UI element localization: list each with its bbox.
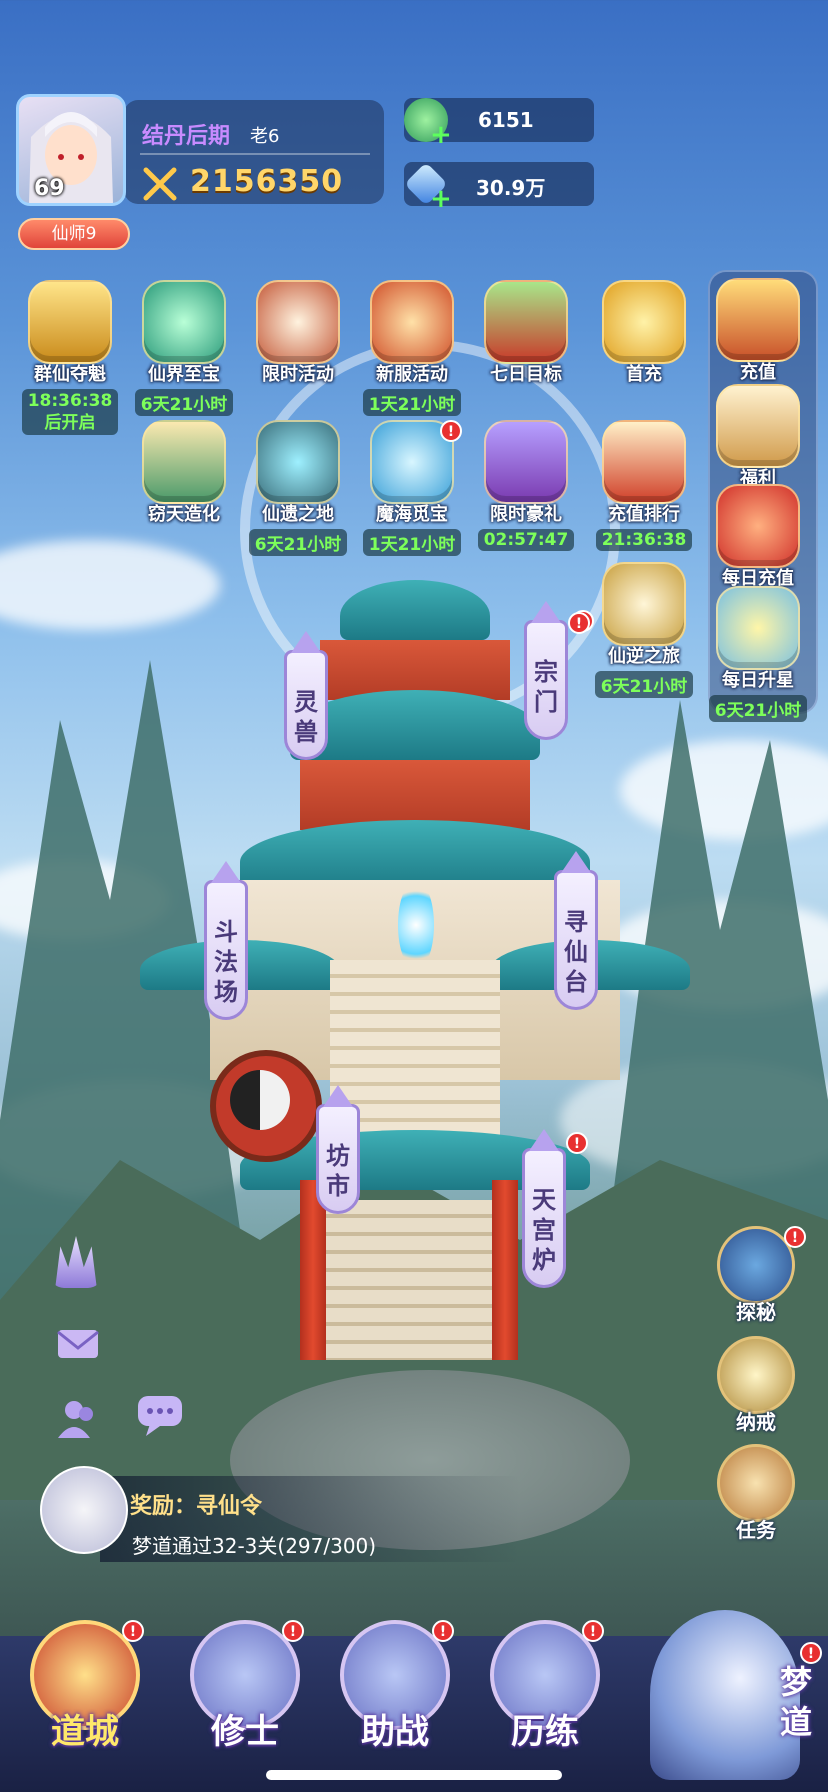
activity-qunxian[interactable]: 群仙夺魁 18:36:38 后开启 xyxy=(18,280,122,435)
activity-xianjie[interactable]: 仙界至宝 6天21小时 xyxy=(132,280,236,416)
activity-paihang[interactable]: 充值排行 21:36:38 xyxy=(592,420,696,551)
mountain-icon xyxy=(142,420,226,504)
server-name: 老6 xyxy=(250,126,280,147)
player-level: 69 xyxy=(34,176,65,201)
crystal-value: 30.9万 xyxy=(476,176,546,200)
right-meiri-chongzhi[interactable]: 每日充值 xyxy=(706,484,810,590)
quest-npc-avatar xyxy=(40,1466,128,1554)
jade-orb-icon xyxy=(142,280,226,364)
activity-timer: 1天21小时 xyxy=(362,389,462,416)
notification-badge: ! xyxy=(784,1226,806,1248)
mail-icon[interactable] xyxy=(52,1318,104,1370)
cultivation-realm: 结丹后期 xyxy=(142,124,231,149)
notification-badge: ! xyxy=(800,1642,822,1664)
notification-badge: ! xyxy=(432,1620,454,1642)
activity-timer: 6天21小时 xyxy=(248,529,348,556)
notification-badge: ! xyxy=(566,1132,588,1154)
friends-icon[interactable] xyxy=(52,1392,104,1444)
activity-shouchong[interactable]: 首充 xyxy=(592,280,696,386)
divider xyxy=(140,153,370,155)
button-renwu[interactable]: 任务 xyxy=(708,1444,804,1543)
crossed-swords-icon xyxy=(602,562,686,646)
notification-badge: ! xyxy=(282,1620,304,1642)
activity-mohai[interactable]: ! 魔海觅宝 1天21小时 xyxy=(360,420,464,556)
crossed-swords-icon xyxy=(142,166,178,202)
building-xunxiantai[interactable]: 寻仙台 xyxy=(554,851,598,1010)
notification-badge: ! xyxy=(582,1620,604,1642)
player-avatar[interactable] xyxy=(16,94,126,206)
activity-qiri[interactable]: 七日目标 xyxy=(474,280,578,386)
building-doufachang[interactable]: 斗法场 xyxy=(204,861,248,1020)
welfare-box-icon xyxy=(716,384,800,468)
home-indicator xyxy=(266,1770,562,1780)
storage-ring-icon xyxy=(717,1336,795,1414)
title-badge[interactable]: 仙师9 xyxy=(18,218,130,250)
chat-icon[interactable] xyxy=(134,1388,186,1440)
quest-description: 梦道通过32-3关(297/300) xyxy=(132,1534,377,1558)
nav-zhuzhan[interactable]: ! 助战 xyxy=(336,1620,454,1753)
building-tiangonglu[interactable]: 天宫炉 xyxy=(522,1129,566,1288)
combat-power: 2156350 xyxy=(190,164,344,199)
activity-timer: 6天21小时 xyxy=(708,695,808,722)
gift-box-icon xyxy=(484,420,568,504)
ranking-board-icon xyxy=(602,420,686,504)
treasure-chest-icon xyxy=(716,278,800,362)
activity-timer: 6天21小时 xyxy=(594,671,694,698)
quest-scroll-icon xyxy=(717,1444,795,1522)
button-najie[interactable]: 纳戒 xyxy=(708,1336,804,1435)
star-badge-icon xyxy=(716,586,800,670)
activity-xiani[interactable]: ! 仙逆之旅 6天21小时 xyxy=(572,562,696,698)
notification-badge: ! xyxy=(122,1620,144,1642)
dragon-hero-icon xyxy=(650,1610,800,1780)
lucky-bag-icon xyxy=(716,484,800,568)
activity-qietian[interactable]: 窃天造化 xyxy=(132,420,236,526)
nav-xiushi[interactable]: ! 修士 xyxy=(186,1620,304,1753)
seven-chest-icon xyxy=(484,280,568,364)
activity-timer: 02:57:47 xyxy=(477,529,575,551)
right-meiri-shengxing[interactable]: 每日升星 6天21小时 xyxy=(706,586,810,722)
phoenix-lantern-icon xyxy=(370,280,454,364)
right-fuli[interactable]: 福利 xyxy=(706,384,810,490)
building-zongmen[interactable]: 宗门 xyxy=(524,601,568,740)
right-chongzhi[interactable]: 充值 xyxy=(706,278,810,384)
drum-icon xyxy=(256,280,340,364)
jade-value: 6151 xyxy=(478,108,534,132)
quest-reward: 奖励：寻仙令 xyxy=(130,1494,263,1519)
add-jade-icon[interactable]: + xyxy=(430,120,452,150)
notification-badge: ! xyxy=(568,612,590,634)
building-lingshou[interactable]: 灵兽 xyxy=(284,631,328,760)
activity-haoli[interactable]: 限时豪礼 02:57:47 xyxy=(474,420,578,551)
activity-timer: 21:36:38 xyxy=(595,529,693,551)
activity-timer: 1天21小时 xyxy=(362,529,462,556)
activity-xianshi[interactable]: 限时活动 xyxy=(246,280,350,386)
notification-badge: ! xyxy=(440,420,462,442)
rune-stone-icon xyxy=(256,420,340,504)
activity-xinfu[interactable]: 新服活动 1天21小时 xyxy=(360,280,464,416)
building-fangshi[interactable]: 坊市 xyxy=(316,1085,360,1214)
nav-mengdao[interactable]: ! 梦道 xyxy=(640,1590,828,1792)
activity-timer: 6天21小时 xyxy=(134,389,234,416)
treasure-bowl-icon xyxy=(602,280,686,364)
button-tanmi[interactable]: ! 探秘 xyxy=(708,1226,806,1325)
nav-lilian[interactable]: ! 历练 xyxy=(486,1620,604,1753)
add-crystal-icon[interactable]: + xyxy=(430,184,452,214)
activity-xianyi[interactable]: 仙遗之地 6天21小时 xyxy=(246,420,350,556)
nav-daocheng[interactable]: ! 道城 xyxy=(26,1620,144,1753)
activity-timer: 18:36:38 后开启 xyxy=(21,389,119,435)
golden-crown-icon xyxy=(28,280,112,364)
